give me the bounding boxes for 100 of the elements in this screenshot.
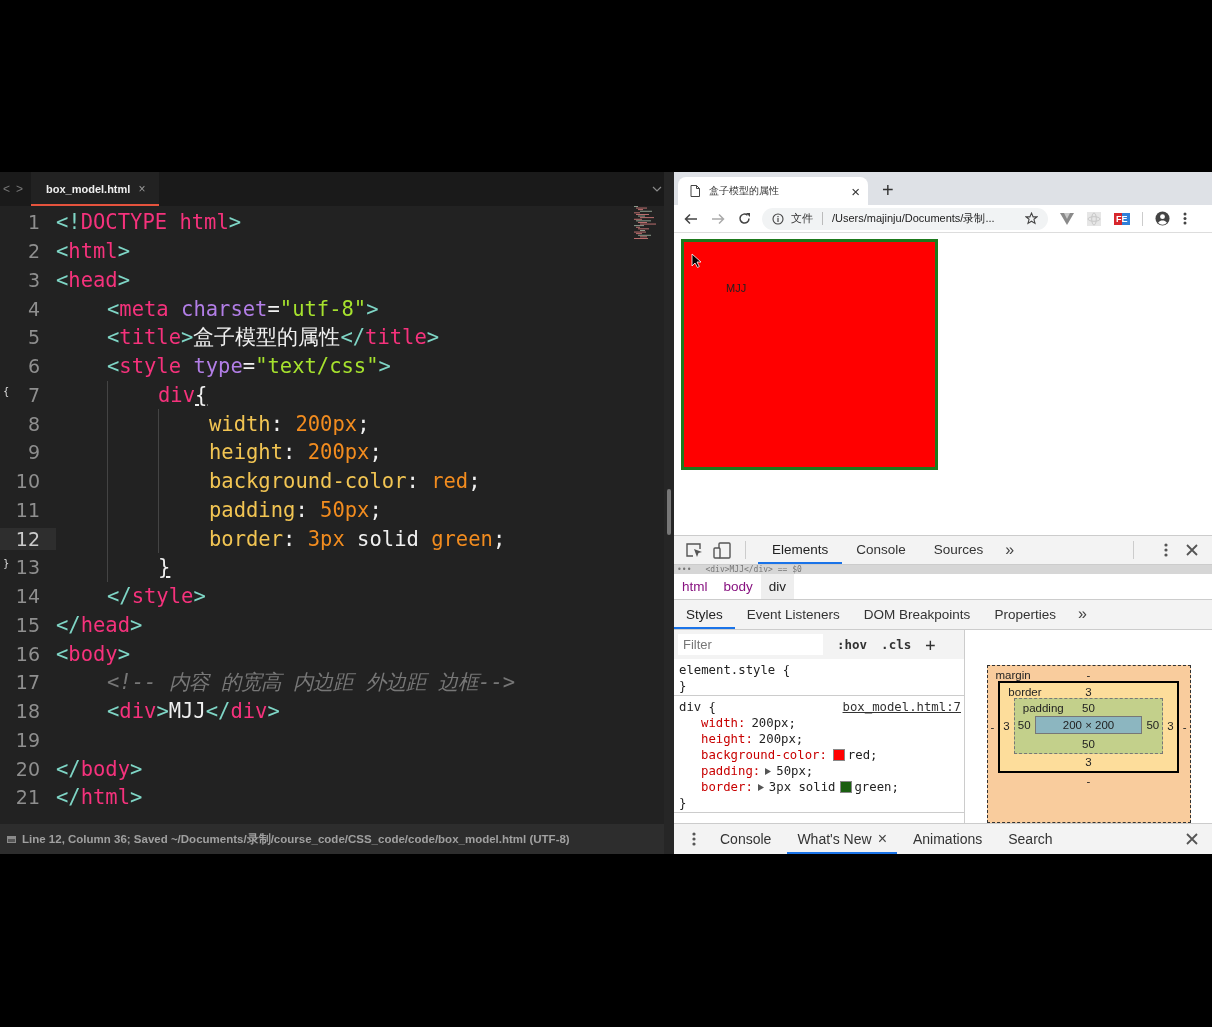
line-number: 10 xyxy=(14,470,41,493)
more-tabs-button[interactable]: » xyxy=(1067,600,1097,629)
inspect-icon[interactable] xyxy=(685,542,703,558)
panel-tab[interactable]: Console xyxy=(842,536,920,564)
info-icon[interactable] xyxy=(772,212,784,225)
drawer-tab[interactable]: Animations xyxy=(902,824,993,854)
property-value[interactable]: 200px; xyxy=(751,715,796,731)
box-value[interactable]: 50 xyxy=(1017,719,1031,731)
box-value[interactable]: - xyxy=(1182,721,1187,733)
close-button[interactable]: × xyxy=(877,830,887,848)
box-layer-label: padding xyxy=(1022,702,1064,714)
breadcrumb[interactable]: body xyxy=(715,574,761,599)
color-swatch[interactable] xyxy=(840,781,853,793)
minimap-drawing[interactable] xyxy=(632,206,658,242)
kebab-menu-icon[interactable] xyxy=(1182,212,1187,225)
pane-tab[interactable]: DOM Breakpoints xyxy=(851,600,983,629)
nav-arrow[interactable]: > xyxy=(16,182,24,196)
hover-state-button[interactable]: :hov xyxy=(837,637,868,652)
closing-brace: } xyxy=(679,678,688,694)
new-tab-button[interactable]: + xyxy=(882,179,894,202)
code-line: width: 200px; xyxy=(209,411,370,436)
property-value[interactable]: 50px; xyxy=(776,763,814,779)
line-number: 2 xyxy=(26,240,41,263)
v-shape-icon[interactable] xyxy=(1060,212,1074,225)
property-name[interactable]: padding: xyxy=(701,763,761,779)
drawer-tab[interactable]: What's New × xyxy=(787,824,897,854)
panel-tab[interactable]: Elements xyxy=(758,536,843,564)
code-line: </style> xyxy=(107,584,206,609)
cursor-icon xyxy=(691,253,702,268)
box-value[interactable]: - xyxy=(990,721,995,733)
box-value[interactable]: 3 xyxy=(1085,756,1092,768)
back-arrow-icon[interactable] xyxy=(684,212,698,225)
expand-triangle-icon[interactable] xyxy=(765,767,772,775)
device-icon[interactable] xyxy=(713,541,731,559)
reload-icon[interactable] xyxy=(738,212,751,225)
source-link[interactable]: box_model.html:7 xyxy=(842,699,961,715)
property-name[interactable]: width: xyxy=(701,715,746,731)
property-name[interactable]: background-color: xyxy=(701,747,827,763)
panel-icon[interactable] xyxy=(7,835,16,843)
filter-field[interactable]: Filter xyxy=(678,634,823,655)
box-value[interactable]: 3 xyxy=(1085,686,1092,698)
close-icon[interactable] xyxy=(1186,544,1198,556)
account-icon[interactable] xyxy=(1154,211,1170,226)
border-box[interactable]: border 3 3 padding 50 50 200 × 200 50 50 3 3 xyxy=(998,681,1179,773)
box-value[interactable]: 3 xyxy=(1003,720,1010,732)
pane-tab[interactable]: Event Listeners xyxy=(734,600,852,629)
property-value[interactable]: 3px solid xyxy=(768,779,836,795)
color-swatch[interactable] xyxy=(832,749,845,761)
property-name[interactable]: height: xyxy=(701,731,753,747)
padding-box[interactable]: padding 50 50 200 × 200 50 50 xyxy=(1013,698,1164,754)
line-number: 9 xyxy=(26,441,41,464)
close-button[interactable]: × xyxy=(851,182,860,200)
file-tab[interactable]: box_model.html × xyxy=(31,172,160,206)
margin-box[interactable]: margin - - border 3 3 padding 50 50 200 × 200 50 50 3 3 - - xyxy=(986,665,1191,823)
code-line: div{ xyxy=(158,382,208,407)
box-layer-label: border xyxy=(1008,686,1042,698)
kebab-menu-icon[interactable] xyxy=(1164,543,1168,557)
line-number: 8 xyxy=(26,412,41,435)
fold-marker[interactable]: { xyxy=(3,385,10,397)
kebab-menu-icon[interactable] xyxy=(692,832,696,846)
browser-tab[interactable]: 盒子模型的属性 × xyxy=(678,177,868,205)
close-button[interactable]: × xyxy=(138,182,146,196)
star-icon[interactable] xyxy=(1025,212,1038,225)
splitter[interactable] xyxy=(664,172,674,854)
line-number: { 7 xyxy=(2,383,41,406)
code-line: <!DOCTYPE html> xyxy=(56,210,242,235)
new-rule-button[interactable]: + xyxy=(925,634,936,655)
line-number: 3 xyxy=(26,268,41,291)
security-label: 文件 xyxy=(791,211,813,226)
drawer-tab[interactable]: Console xyxy=(710,824,782,854)
content-box[interactable]: 200 × 200 xyxy=(1034,716,1143,734)
panel-tab[interactable]: Sources xyxy=(919,536,998,564)
property-value[interactable]: 200px; xyxy=(758,731,804,747)
box-value[interactable]: 3 xyxy=(1167,720,1174,732)
breadcrumb[interactable]: html xyxy=(674,574,716,599)
property-name[interactable]: border: xyxy=(701,779,753,795)
drawer-tab[interactable]: Search xyxy=(998,824,1063,854)
address-bar[interactable]: 文件 /Users/majinju/Documents/录制... xyxy=(762,207,1048,230)
nav-arrow[interactable]: < xyxy=(3,182,10,196)
line-number: 16 xyxy=(14,642,41,665)
fold-marker[interactable]: } xyxy=(3,558,10,570)
code-line: border: 3px solid green; xyxy=(209,526,506,551)
pane-tab[interactable]: Styles xyxy=(674,600,735,629)
breadcrumb[interactable]: div xyxy=(760,574,795,599)
box-value[interactable]: - xyxy=(1086,775,1091,787)
property-value[interactable]: red; xyxy=(847,747,878,763)
expand-triangle-icon[interactable] xyxy=(757,783,764,791)
box-value[interactable]: 50 xyxy=(1082,702,1095,714)
code-line: <head> xyxy=(56,267,131,292)
class-button[interactable]: .cls xyxy=(881,637,912,652)
box-value[interactable]: - xyxy=(1086,669,1091,681)
box-value[interactable]: 50 xyxy=(1146,719,1160,731)
pane-tab[interactable]: Properties xyxy=(982,600,1068,629)
close-icon[interactable] xyxy=(1186,833,1198,845)
scrollbar-thumb[interactable] xyxy=(667,489,671,535)
more-tabs-button[interactable]: » xyxy=(997,541,1023,559)
property-value[interactable]: green; xyxy=(854,779,899,795)
chevron-down-icon[interactable] xyxy=(652,186,662,192)
box-value[interactable]: 50 xyxy=(1082,738,1095,750)
extension-badge[interactable]: FE xyxy=(1114,212,1130,225)
